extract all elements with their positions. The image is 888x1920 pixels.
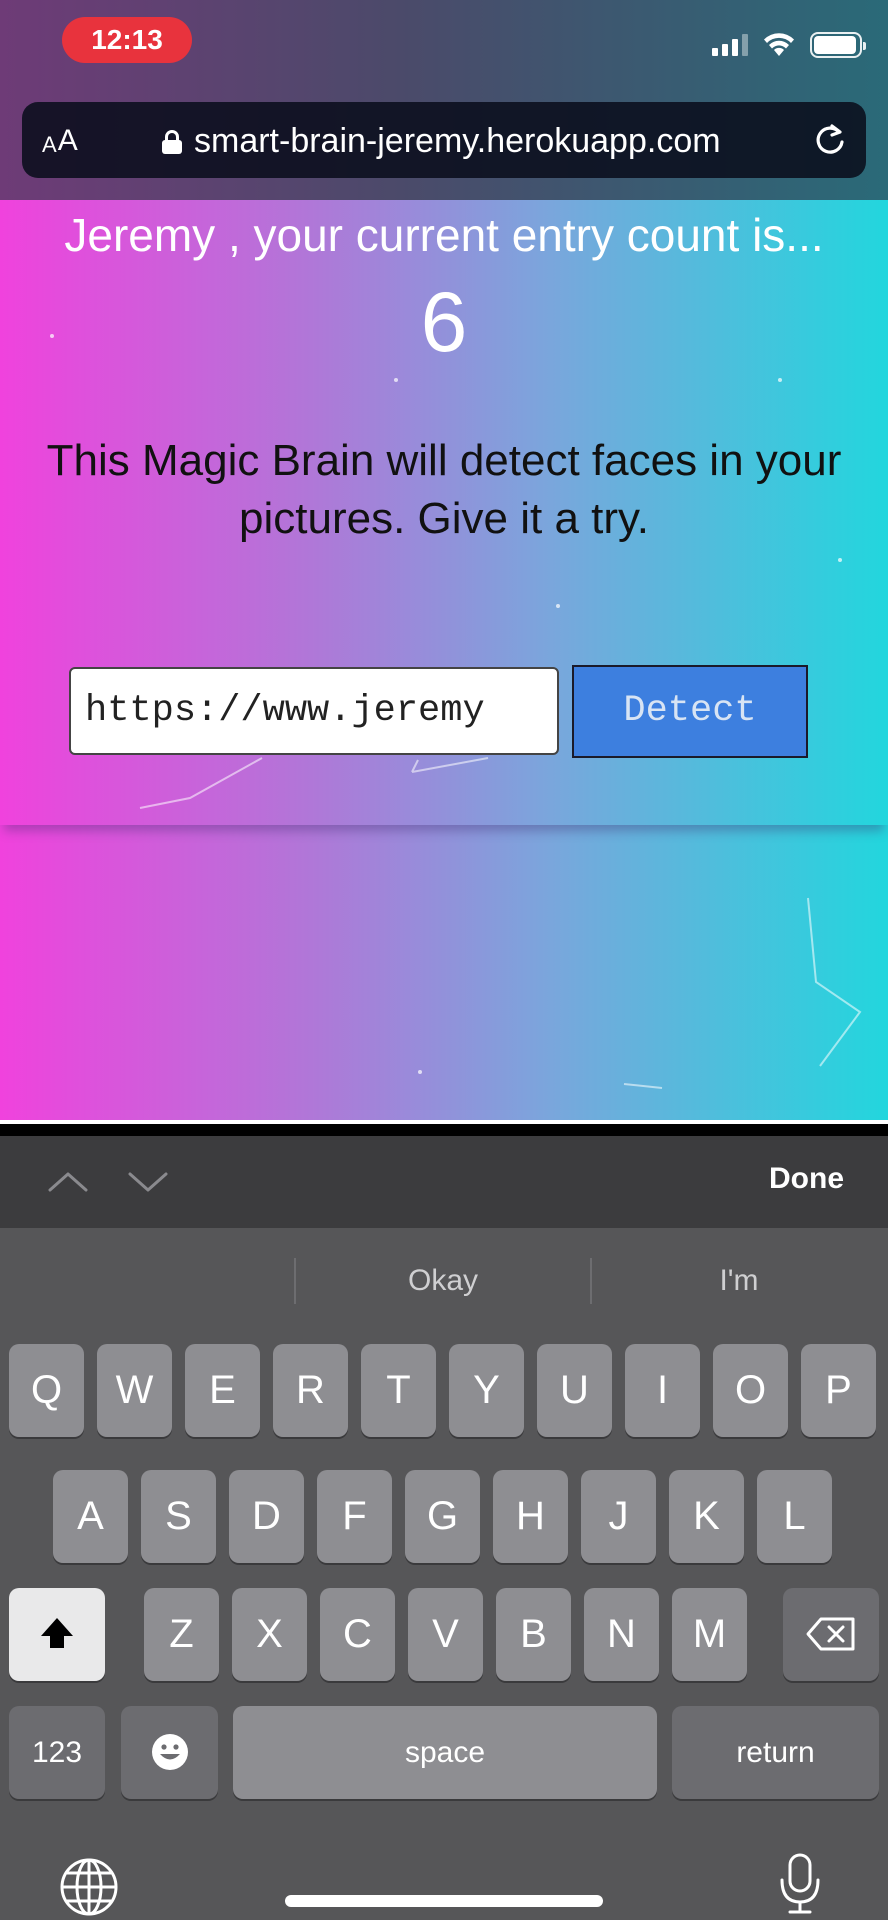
wifi-icon bbox=[764, 33, 794, 56]
key-b[interactable]: B bbox=[496, 1588, 571, 1681]
chevron-down-icon[interactable] bbox=[126, 1166, 170, 1196]
key-a[interactable]: A bbox=[53, 1470, 128, 1563]
battery-level bbox=[814, 36, 856, 54]
key-w[interactable]: W bbox=[97, 1344, 172, 1437]
intro-text: This Magic Brain will detect faces in yo… bbox=[46, 436, 842, 543]
entry-count-label: Jeremy , your current entry count is... bbox=[64, 209, 824, 261]
return-key[interactable]: return bbox=[672, 1706, 879, 1799]
prediction-3[interactable]: I'm bbox=[592, 1228, 886, 1334]
key-n[interactable]: N bbox=[584, 1588, 659, 1681]
image-url-input[interactable]: https://www.jeremy bbox=[69, 667, 559, 755]
chevron-up-icon[interactable] bbox=[46, 1166, 90, 1196]
prediction-2[interactable]: Okay bbox=[296, 1228, 590, 1334]
key-z[interactable]: Z bbox=[144, 1588, 219, 1681]
battery-icon bbox=[810, 32, 866, 58]
microphone-icon[interactable] bbox=[778, 1852, 822, 1916]
status-time[interactable]: 12:13 bbox=[62, 17, 192, 63]
keyboard: Okay I'm QWERTYUIOPASDFGHJKLZXCVBNM 123 … bbox=[0, 1228, 888, 1920]
key-i[interactable]: I bbox=[625, 1344, 700, 1437]
shift-key[interactable] bbox=[9, 1588, 105, 1681]
prediction-1[interactable] bbox=[0, 1228, 294, 1334]
reload-icon[interactable] bbox=[810, 120, 850, 160]
keyboard-accessory-bar: Done bbox=[0, 1136, 888, 1228]
url-display[interactable]: smart-brain-jeremy.herokuapp.com bbox=[162, 122, 721, 161]
key-g[interactable]: G bbox=[405, 1470, 480, 1563]
key-f[interactable]: F bbox=[317, 1470, 392, 1563]
numbers-key[interactable]: 123 bbox=[9, 1706, 105, 1799]
key-k[interactable]: K bbox=[669, 1470, 744, 1563]
home-indicator[interactable] bbox=[285, 1895, 603, 1907]
face-recognition-card: Jeremy , your current entry count is... … bbox=[0, 200, 888, 825]
key-s[interactable]: S bbox=[141, 1470, 216, 1563]
space-key[interactable]: space bbox=[233, 1706, 657, 1799]
key-x[interactable]: X bbox=[232, 1588, 307, 1681]
signal-bar bbox=[742, 34, 748, 56]
key-t[interactable]: T bbox=[361, 1344, 436, 1437]
url-text: smart-brain-jeremy.herokuapp.com bbox=[194, 122, 721, 160]
page-bottom-edge bbox=[0, 1120, 888, 1124]
globe-icon[interactable] bbox=[58, 1856, 120, 1918]
key-p[interactable]: P bbox=[801, 1344, 876, 1437]
shift-icon bbox=[41, 1618, 73, 1648]
key-r[interactable]: R bbox=[273, 1344, 348, 1437]
signal-bar bbox=[712, 48, 718, 56]
emoji-icon bbox=[151, 1734, 188, 1770]
entry-count-value: 6 bbox=[420, 275, 468, 369]
key-d[interactable]: D bbox=[229, 1470, 304, 1563]
web-page: Jeremy , your current entry count is... … bbox=[0, 200, 888, 1124]
done-button[interactable]: Done bbox=[769, 1162, 844, 1196]
address-bar[interactable]: AA smart-brain-jeremy.herokuapp.com bbox=[22, 102, 866, 178]
prediction-bar: Okay I'm bbox=[0, 1228, 888, 1334]
key-l[interactable]: L bbox=[757, 1470, 832, 1563]
key-q[interactable]: Q bbox=[9, 1344, 84, 1437]
status-icons bbox=[712, 30, 866, 60]
key-j[interactable]: J bbox=[581, 1470, 656, 1563]
text-size-button[interactable]: AA bbox=[42, 124, 78, 158]
key-e[interactable]: E bbox=[185, 1344, 260, 1437]
key-y[interactable]: Y bbox=[449, 1344, 524, 1437]
key-u[interactable]: U bbox=[537, 1344, 612, 1437]
cellular-signal-icon bbox=[712, 34, 748, 56]
emoji-key[interactable] bbox=[121, 1706, 218, 1799]
signal-bar bbox=[722, 44, 728, 56]
lock-icon bbox=[162, 129, 182, 154]
key-m[interactable]: M bbox=[672, 1588, 747, 1681]
backspace-key[interactable] bbox=[783, 1588, 879, 1681]
key-o[interactable]: O bbox=[713, 1344, 788, 1437]
detect-button[interactable]: Detect bbox=[572, 665, 808, 758]
key-c[interactable]: C bbox=[320, 1588, 395, 1681]
backspace-icon bbox=[806, 1617, 855, 1651]
key-v[interactable]: V bbox=[408, 1588, 483, 1681]
signal-bar bbox=[732, 39, 738, 56]
browser-chrome: 12:13 AA smart-brain-jeremy.herokuapp.co… bbox=[0, 0, 888, 200]
key-h[interactable]: H bbox=[493, 1470, 568, 1563]
